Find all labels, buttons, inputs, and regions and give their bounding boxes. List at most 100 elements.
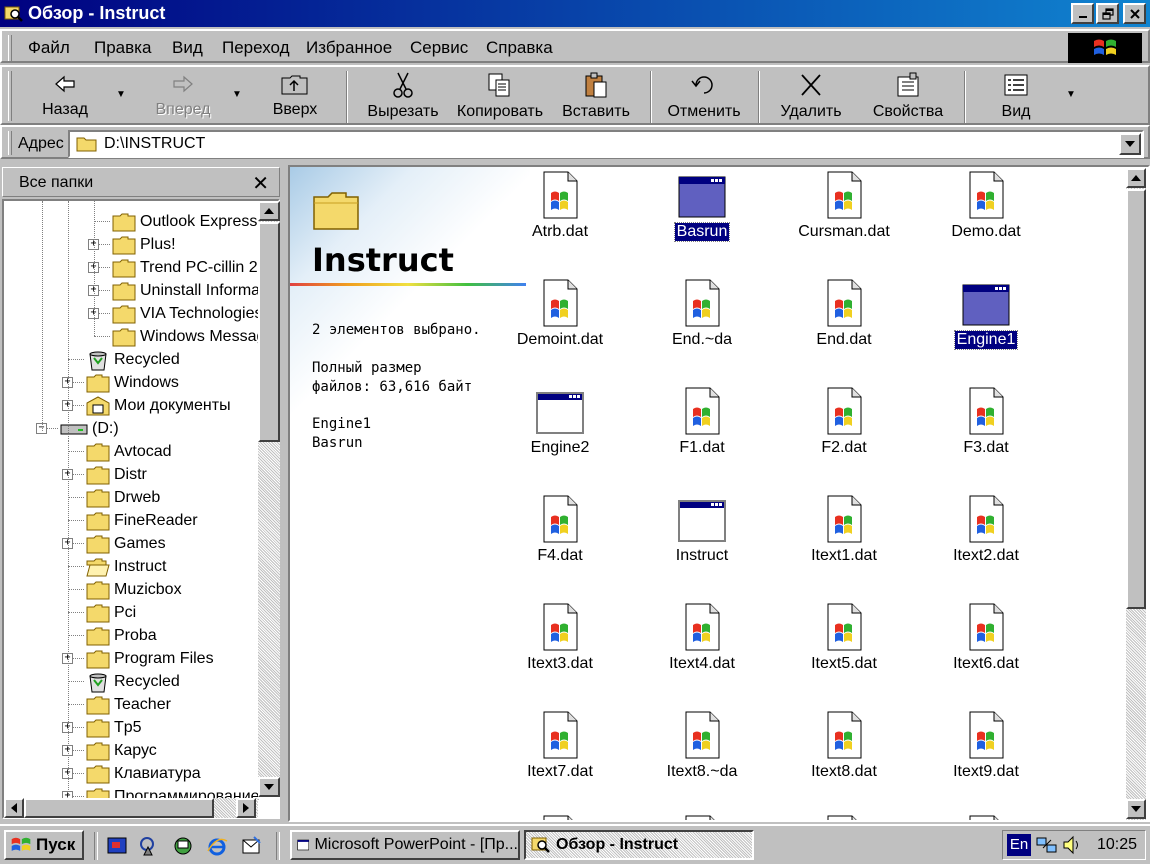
show-desktop-icon[interactable] [106,835,128,857]
file-item[interactable]: Itext8.~da [642,711,762,781]
file-item[interactable]: F2.dat [784,387,904,457]
tree-item[interactable]: Trend PC-cillin 2000 [112,256,278,279]
file-item[interactable]: Itext5.dat [784,603,904,673]
view-button[interactable]: Вид [988,69,1044,125]
scroll-thumb[interactable] [258,222,280,442]
file-item[interactable]: Demoint.dat [500,279,620,349]
task-explorer[interactable]: Обзор - Instruct [524,830,754,860]
content-scroll-down-button[interactable] [1126,799,1146,819]
start-button[interactable]: Пуск [4,830,84,860]
copy-button[interactable]: Копировать [454,69,546,125]
close-button[interactable] [1123,3,1146,24]
file-item[interactable]: Itext3.dat [500,603,620,673]
forward-dropdown[interactable]: ▼ [232,89,242,100]
tree-item[interactable]: Drweb [86,486,160,509]
file-item[interactable]: Itext2.dat [926,495,1046,565]
tree-item[interactable]: Instruct [86,555,166,578]
tree-item[interactable]: Avtocad [86,440,172,463]
tree-item[interactable]: Клавиатура [86,762,201,785]
tree-item[interactable]: Uninstall Information [112,279,278,302]
cut-button[interactable]: Вырезать [364,69,442,125]
undo-button[interactable]: Отменить [664,69,744,125]
satellite-icon[interactable] [138,835,160,857]
tree-item[interactable]: Plus! [112,233,176,256]
file-item[interactable]: F1.dat [642,387,762,457]
file-item[interactable]: Engine2 [500,387,620,457]
tree-item[interactable]: Мои документы [86,394,231,417]
tree-item[interactable]: Teacher [86,693,171,716]
tree-item[interactable]: Pci [86,601,136,624]
file-item[interactable]: Itext7.dat [500,711,620,781]
back-button[interactable]: Назад [32,69,98,125]
file-item[interactable]: Instruct [642,495,762,565]
properties-button[interactable]: Свойства [868,69,948,125]
file-item[interactable]: F3.dat [926,387,1046,457]
outlook-express-icon[interactable] [240,835,262,857]
menu-file[interactable]: Файл [28,38,70,58]
file-item[interactable]: F4.dat [500,495,620,565]
tree-item[interactable]: Outlook Express [112,210,257,233]
minimize-button[interactable] [1071,3,1094,24]
language-indicator[interactable]: En [1007,834,1031,856]
tree-item[interactable]: Tp5 [86,716,142,739]
back-dropdown[interactable]: ▼ [116,89,126,100]
folder-pane-close-button[interactable]: ✕ [252,171,269,196]
paste-button[interactable]: Вставить [558,69,634,125]
restore-button[interactable] [1096,3,1119,24]
file-item[interactable]: Itext6.dat [926,603,1046,673]
file-item[interactable]: End.dat [784,279,904,349]
file-item-partial[interactable] [784,815,904,820]
up-button[interactable]: Вверх [264,69,326,125]
file-item[interactable]: Engine1 [926,279,1046,350]
file-item[interactable]: Demo.dat [926,171,1046,241]
tree-item[interactable]: Program Files [86,647,214,670]
file-item[interactable]: Itext1.dat [784,495,904,565]
file-item-partial[interactable] [926,815,1046,820]
tree-item[interactable]: VIA Technologies [112,302,262,325]
network-activity-icon[interactable] [1035,834,1059,856]
view-dropdown[interactable]: ▼ [1066,89,1076,100]
scroll-right-button[interactable] [236,798,256,818]
menu-tools[interactable]: Сервис [410,38,468,58]
tree-item[interactable]: Карус [86,739,157,762]
tree-item[interactable]: Muzicbox [86,578,182,601]
content-scroll-up-button[interactable] [1126,168,1146,188]
scroll-up-button[interactable] [258,201,280,221]
file-item-partial[interactable] [500,815,620,820]
menu-edit[interactable]: Правка [94,38,151,58]
toolbar-grip[interactable] [8,71,12,121]
content-scroll-thumb[interactable] [1126,189,1146,609]
file-item[interactable]: Itext9.dat [926,711,1046,781]
menu-grip[interactable] [8,35,12,61]
address-input[interactable]: D:\INSTRUCT [68,130,1144,158]
tree-item[interactable]: FineReader [86,509,198,532]
title-bar[interactable]: Обзор - Instruct [0,0,1150,27]
file-item[interactable]: Itext4.dat [642,603,762,673]
delete-button[interactable]: Удалить [776,69,846,125]
internet-explorer-icon[interactable] [206,835,228,857]
tree-item[interactable]: Windows Messaging [112,325,278,348]
menu-go[interactable]: Переход [222,38,290,58]
file-item[interactable]: Basrun [642,171,762,242]
address-grip[interactable] [8,131,12,155]
file-item[interactable]: Itext8.dat [784,711,904,781]
file-item[interactable]: Cursman.dat [784,171,904,241]
task-powerpoint[interactable]: Microsoft PowerPoint - [Пр... [290,830,520,860]
tree-item[interactable]: Distr [86,463,147,486]
file-item[interactable]: End.~da [642,279,762,349]
menu-help[interactable]: Справка [486,38,553,58]
forward-button[interactable]: Вперед [148,69,218,125]
network-icon[interactable] [172,835,194,857]
tree-item[interactable]: Recycled [86,348,180,371]
file-item-partial[interactable] [642,815,762,820]
hscroll-thumb[interactable] [24,798,214,818]
volume-icon[interactable] [1061,834,1083,856]
scroll-left-button[interactable] [4,798,24,818]
tree-item[interactable]: Windows [86,371,179,394]
tree-item[interactable]: Games [86,532,166,555]
menu-favorites[interactable]: Избранное [306,38,392,58]
file-item[interactable]: Atrb.dat [500,171,620,241]
menu-view[interactable]: Вид [172,38,203,58]
scroll-down-button[interactable] [258,777,280,797]
tree-item[interactable]: Recycled [86,670,180,693]
